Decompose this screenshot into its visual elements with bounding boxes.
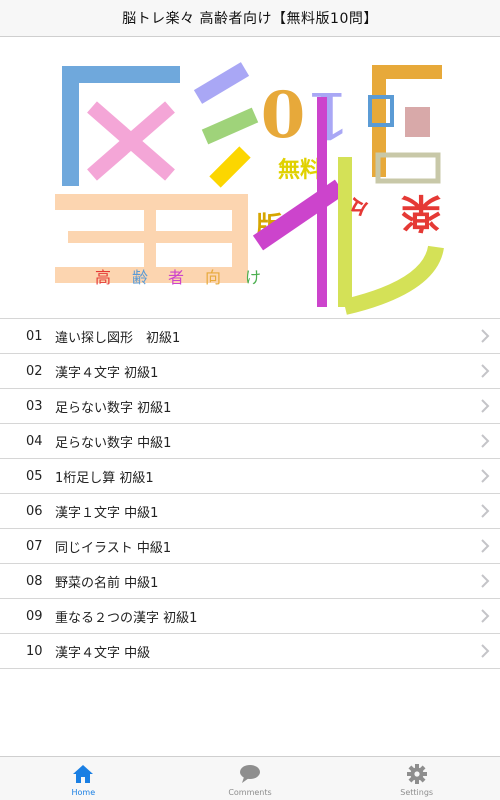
menu-item-label: 足らない数字 中級1 <box>55 435 172 451</box>
tab-label-settings: Settings <box>400 788 434 797</box>
chevron-right-icon <box>481 434 490 448</box>
menu-item-number: 08 <box>26 573 43 589</box>
svg-text:者: 者 <box>168 268 184 287</box>
chevron-right-icon <box>481 399 490 413</box>
menu-item-05[interactable]: 05 1桁足し算 初級1 <box>0 459 500 494</box>
menu-item-number: 06 <box>26 503 43 519</box>
menu-item-02[interactable]: 02 漢字４文字 初級1 <box>0 354 500 389</box>
menu-item-label: 野菜の名前 中級1 <box>55 575 159 591</box>
chevron-right-icon <box>481 469 490 483</box>
svg-text:1: 1 <box>306 77 351 152</box>
chevron-right-icon <box>481 574 490 588</box>
chevron-right-icon <box>481 329 490 343</box>
menu-item-number: 05 <box>26 468 43 484</box>
svg-text:々: 々 <box>348 192 370 217</box>
menu-item-label: 1桁足し算 初級1 <box>55 470 154 486</box>
menu-item-number: 02 <box>26 363 43 379</box>
menu-list: 01 違い探し図形 初級1 02 漢字４文字 初級1 03 足らない数字 初級1 04 足らな… <box>0 318 500 669</box>
logo-artwork: 0 1 無料 版 々 楽 高 齢 者 向 け <box>55 62 444 315</box>
menu-item-label: 漢字４文字 初級1 <box>55 365 159 381</box>
menu-item-10[interactable]: 10 漢字４文字 中級 <box>0 634 500 669</box>
menu-item-label: 漢字１文字 中級1 <box>55 505 159 521</box>
chevron-right-icon <box>481 539 490 553</box>
tab-home[interactable]: Home <box>0 757 167 800</box>
menu-item-label: 違い探し図形 初級1 <box>55 330 181 346</box>
menu-item-01[interactable]: 01 違い探し図形 初級1 <box>0 319 500 354</box>
nav-bar: 脳トレ楽々 高齢者向け【無料版10問】 <box>0 0 500 37</box>
menu-item-number: 01 <box>26 328 43 344</box>
chevron-right-icon <box>481 364 490 378</box>
menu-item-number: 07 <box>26 538 43 554</box>
menu-item-03[interactable]: 03 足らない数字 初級1 <box>0 389 500 424</box>
svg-text:向: 向 <box>205 268 221 287</box>
menu-item-label: 重なる２つの漢字 初級1 <box>55 610 198 626</box>
tab-bar: Home Comments Settings <box>0 756 500 800</box>
comments-icon <box>240 765 260 783</box>
svg-text:高: 高 <box>95 268 111 287</box>
menu-item-08[interactable]: 08 野菜の名前 中級1 <box>0 564 500 599</box>
menu-item-number: 04 <box>26 433 43 449</box>
svg-text:0: 0 <box>261 78 306 153</box>
logo-banner: 0 1 無料 版 々 楽 高 齢 者 向 け <box>0 37 500 318</box>
page-title: 脳トレ楽々 高齢者向け【無料版10問】 <box>122 11 378 27</box>
svg-text:楽: 楽 <box>401 189 441 235</box>
svg-text:齢: 齢 <box>132 268 148 287</box>
menu-item-label: 漢字４文字 中級 <box>55 645 151 661</box>
menu-item-number: 10 <box>26 643 43 659</box>
svg-text:け: け <box>245 268 261 287</box>
menu-item-06[interactable]: 06 漢字１文字 中級1 <box>0 494 500 529</box>
menu-item-number: 03 <box>26 398 43 414</box>
chevron-right-icon <box>481 504 490 518</box>
menu-item-label: 足らない数字 初級1 <box>55 400 172 416</box>
tab-settings[interactable]: Settings <box>333 757 500 800</box>
tab-comments[interactable]: Comments <box>167 757 334 800</box>
home-icon <box>73 765 94 783</box>
menu-item-label: 同じイラスト 中級1 <box>55 540 172 556</box>
tab-label-comments: Comments <box>228 788 272 797</box>
svg-text:無料: 無料 <box>278 157 322 183</box>
chevron-right-icon <box>481 644 490 658</box>
menu-item-number: 09 <box>26 608 43 624</box>
menu-item-09[interactable]: 09 重なる２つの漢字 初級1 <box>0 599 500 634</box>
gear-icon <box>406 764 427 784</box>
chevron-right-icon <box>481 609 490 623</box>
menu-item-04[interactable]: 04 足らない数字 中級1 <box>0 424 500 459</box>
tab-label-home: Home <box>71 788 96 797</box>
menu-item-07[interactable]: 07 同じイラスト 中級1 <box>0 529 500 564</box>
